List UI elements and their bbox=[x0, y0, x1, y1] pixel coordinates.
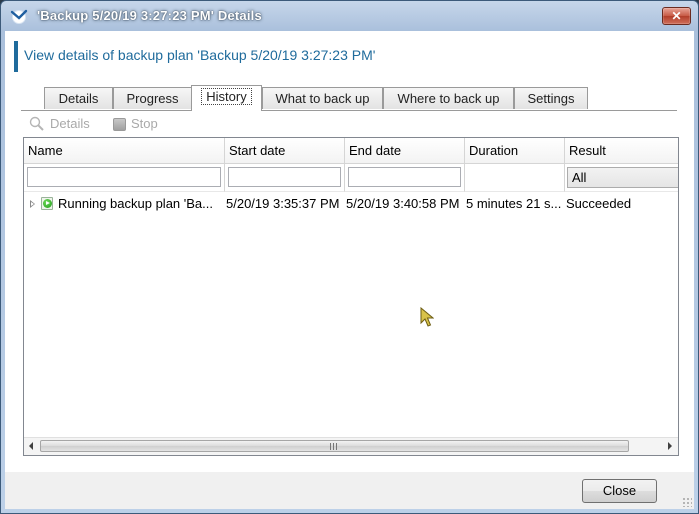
page-heading: View details of backup plan 'Backup 5/20… bbox=[24, 47, 376, 63]
name-filter-input[interactable] bbox=[27, 167, 221, 187]
details-window: 'Backup 5/20/19 3:27:23 PM' Details ✕ Vi… bbox=[0, 0, 699, 514]
column-header-label: Start date bbox=[229, 143, 286, 158]
filter-cell-result: All bbox=[565, 164, 678, 192]
expand-arrow-icon[interactable] bbox=[30, 200, 35, 208]
resize-grip-icon[interactable] bbox=[682, 497, 692, 507]
row-end-date: 5/20/19 3:40:58 PM bbox=[346, 196, 460, 211]
tab-what-to-back-up[interactable]: What to back up bbox=[262, 87, 383, 109]
column-header-label: Result bbox=[569, 143, 606, 158]
stop-icon bbox=[113, 118, 126, 131]
dialog-footer: Close bbox=[5, 472, 694, 509]
column-header-label: End date bbox=[349, 143, 402, 158]
stop-toolbar-label: Stop bbox=[131, 116, 158, 131]
scroll-left-arrow-icon[interactable] bbox=[29, 442, 33, 450]
title-bar[interactable]: 'Backup 5/20/19 3:27:23 PM' Details ✕ bbox=[1, 1, 698, 31]
row-duration: 5 minutes 21 s... bbox=[466, 196, 562, 211]
row-start-date: 5/20/19 3:35:37 PM bbox=[226, 196, 340, 211]
tab-label: Progress bbox=[126, 91, 179, 106]
start-date-filter-input[interactable] bbox=[228, 167, 341, 187]
scroll-right-arrow-icon[interactable] bbox=[668, 442, 672, 450]
close-icon: ✕ bbox=[671, 9, 682, 23]
end-date-filter-input[interactable] bbox=[348, 167, 461, 187]
filter-cell-duration bbox=[465, 164, 565, 192]
running-play-icon bbox=[41, 197, 53, 210]
tab-label: Settings bbox=[527, 91, 575, 106]
row-result: Succeeded bbox=[566, 196, 632, 211]
tab-where-to-back-up[interactable]: Where to back up bbox=[383, 87, 514, 109]
column-header-name[interactable]: Name bbox=[24, 138, 225, 164]
filter-cell-end-date bbox=[345, 164, 465, 192]
tab-settings[interactable]: Settings bbox=[514, 87, 588, 109]
tab-label: Where to back up bbox=[397, 91, 500, 106]
tab-details[interactable]: Details bbox=[44, 87, 113, 109]
tab-history[interactable]: History bbox=[191, 85, 262, 111]
tab-label: Details bbox=[58, 91, 99, 106]
column-header-end-date[interactable]: End date bbox=[345, 138, 465, 164]
close-button[interactable]: Close bbox=[582, 479, 657, 503]
column-header-label: Name bbox=[28, 143, 63, 158]
column-header-label: Duration bbox=[469, 143, 519, 158]
history-grid: Name Start date End date Duration Result… bbox=[23, 137, 679, 456]
column-header-start-date[interactable]: Start date bbox=[225, 138, 345, 164]
grip-icon bbox=[330, 443, 338, 450]
result-filter-select[interactable]: All bbox=[567, 167, 678, 188]
filter-cell-name bbox=[24, 164, 225, 192]
dialog-body: View details of backup plan 'Backup 5/20… bbox=[5, 31, 694, 509]
magnifier-icon bbox=[29, 116, 44, 131]
details-toolbar-label: Details bbox=[50, 116, 90, 131]
app-logo-icon bbox=[10, 9, 28, 24]
tab-progress[interactable]: Progress bbox=[113, 87, 192, 109]
column-header-duration[interactable]: Duration bbox=[465, 138, 565, 164]
column-header-result[interactable]: Result bbox=[565, 138, 678, 164]
header-accent-bar bbox=[14, 41, 18, 72]
window-close-button[interactable]: ✕ bbox=[662, 7, 691, 25]
table-row[interactable]: Running backup plan 'Ba... 5/20/19 3:35:… bbox=[24, 194, 678, 214]
filter-cell-start-date bbox=[225, 164, 345, 192]
horizontal-scrollbar[interactable] bbox=[24, 437, 678, 455]
window-title: 'Backup 5/20/19 3:27:23 PM' Details bbox=[37, 8, 262, 23]
mouse-cursor-icon bbox=[420, 307, 434, 327]
row-name: Running backup plan 'Ba... bbox=[58, 196, 213, 211]
scrollbar-thumb[interactable] bbox=[40, 440, 629, 452]
tab-strip: Details Progress History What to back up… bbox=[21, 85, 677, 111]
tab-label: History bbox=[201, 88, 252, 105]
tab-label: What to back up bbox=[275, 91, 370, 106]
